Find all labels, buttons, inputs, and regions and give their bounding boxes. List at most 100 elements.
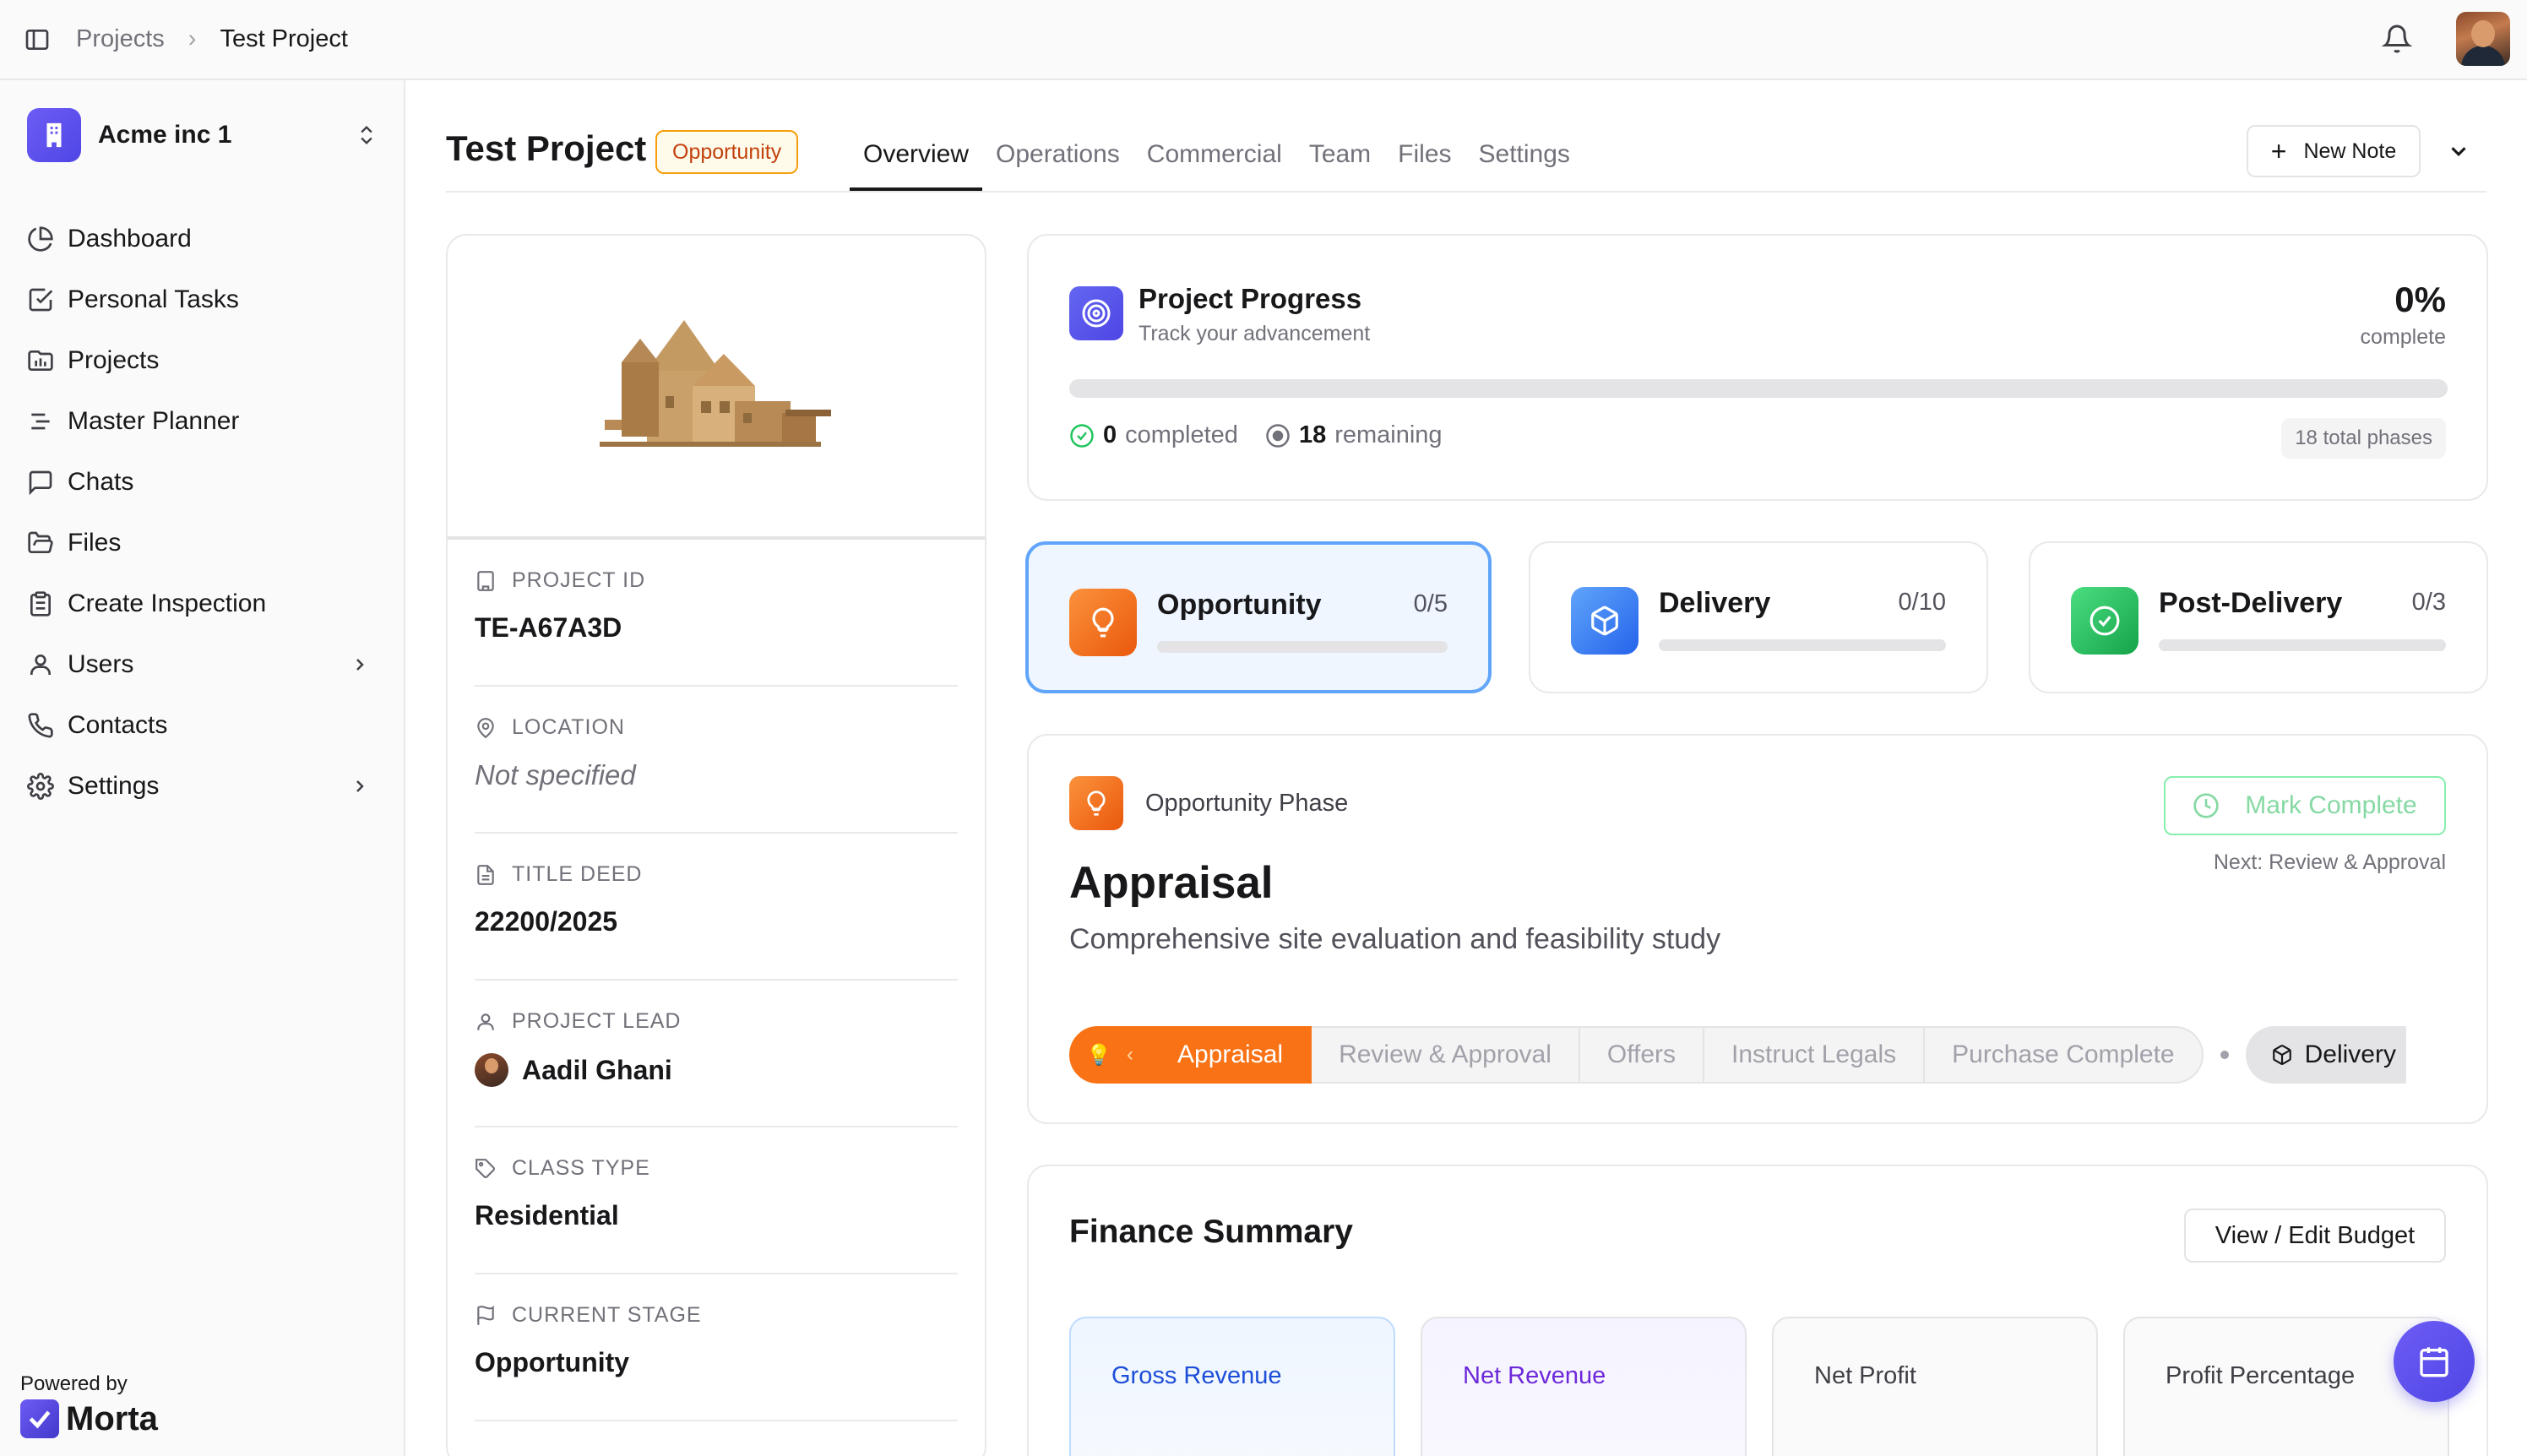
field-label-text: CURRENT STAGE — [512, 1303, 702, 1327]
user-avatar[interactable] — [2456, 12, 2510, 66]
phase-card-delivery[interactable]: Delivery 0/10 — [1529, 541, 1988, 693]
phase-progress-bar — [2159, 639, 2446, 651]
sidebar-item-master-planner[interactable]: Master Planner — [27, 391, 378, 452]
sidebar-item-label: Master Planner — [68, 407, 240, 435]
tab-commercial[interactable]: Commercial — [1133, 127, 1296, 191]
chevron-down-icon[interactable] — [2446, 139, 2471, 164]
field-label: PROJECT LEAD — [475, 1009, 681, 1034]
phase-card-opportunity[interactable]: Opportunity 0/5 — [1025, 541, 1492, 693]
package-icon — [2272, 1045, 2291, 1065]
view-edit-budget-button[interactable]: View / Edit Budget — [2184, 1209, 2446, 1263]
top-bar: Projects › Test Project — [0, 0, 2527, 80]
sidebar-item-label: Create Inspection — [68, 589, 267, 617]
field-label-text: PROJECT ID — [512, 568, 646, 592]
field-value: Aadil Ghani — [475, 1053, 672, 1087]
sidebar-item-dashboard[interactable]: Dashboard — [27, 209, 378, 269]
breadcrumb-current: Test Project — [220, 25, 348, 52]
sidebar-item-personal-tasks[interactable]: Personal Tasks — [27, 269, 378, 330]
step-offers[interactable]: Offers — [1579, 1026, 1705, 1084]
field-value: TE-A67A3D — [475, 612, 622, 643]
target-icon — [1069, 286, 1123, 340]
chevron-left-icon[interactable]: ‹ — [1127, 1043, 1133, 1067]
field-current-stage: CURRENT STAGE Opportunity — [475, 1274, 958, 1421]
sidebar-item-files[interactable]: Files — [27, 513, 378, 573]
new-note-button[interactable]: + New Note — [2247, 125, 2421, 177]
phase-progress-bar — [1157, 641, 1448, 653]
net-revenue-tile: Net Revenue — [1421, 1317, 1747, 1456]
sidebar-item-chats[interactable]: Chats — [27, 452, 378, 513]
tab-settings[interactable]: Settings — [1465, 127, 1584, 191]
tag-icon — [476, 1158, 495, 1178]
document-icon — [477, 864, 494, 885]
list-icon — [31, 413, 50, 430]
user-icon — [30, 655, 51, 675]
phase-card-post-delivery[interactable]: Post-Delivery 0/3 — [2029, 541, 2488, 693]
field-value: Residential — [475, 1200, 619, 1231]
folder-chart-icon — [28, 350, 53, 371]
phase-progress-bar — [1659, 639, 1946, 651]
sidebar-item-label: Personal Tasks — [68, 285, 239, 313]
field-title-deed: TITLE DEED 22200/2025 — [475, 834, 958, 981]
next-step-label: Next: Review & Approval — [2213, 850, 2446, 874]
sidebar-item-label: Projects — [68, 346, 160, 374]
tile-label: Profit Percentage — [2166, 1362, 2356, 1389]
current-step-description: Comprehensive site evaluation and feasib… — [1069, 923, 1721, 955]
sidebar-item-projects[interactable]: Projects — [27, 330, 378, 391]
notifications-bell-icon[interactable] — [2382, 24, 2412, 54]
completed-label: completed — [1125, 421, 1238, 448]
morta-check-icon — [20, 1399, 59, 1438]
step-instruct-legals[interactable]: Instruct Legals — [1704, 1026, 1926, 1084]
breadcrumb-projects[interactable]: Projects — [76, 25, 165, 53]
step-purchase-complete[interactable]: Purchase Complete — [1925, 1026, 2204, 1084]
field-location: LOCATION Not specified — [475, 687, 958, 834]
houses-illustration — [600, 320, 831, 447]
current-step-title: Appraisal — [1069, 858, 1274, 908]
calendar-icon — [2420, 1347, 2448, 1377]
sidebar: Acme inc 1 Dashboard Personal Tasks Proj… — [0, 80, 405, 1456]
phase-label: Opportunity Phase — [1145, 790, 1349, 817]
sidebar-item-create-inspection[interactable]: Create Inspection — [27, 573, 378, 634]
sidebar-toggle-icon[interactable] — [24, 26, 51, 53]
mark-complete-button[interactable]: Mark Complete — [2164, 776, 2446, 835]
pie-chart-icon — [28, 226, 53, 252]
calendar-fab-button[interactable] — [2394, 1321, 2475, 1402]
sidebar-item-label: Contacts — [68, 711, 168, 739]
page-title: Test Project — [446, 128, 647, 168]
phase-name: Opportunity — [1157, 589, 1322, 621]
map-pin-icon — [477, 717, 494, 738]
sidebar-item-contacts[interactable]: Contacts — [27, 695, 378, 756]
field-project-id: PROJECT ID TE-A67A3D — [475, 540, 958, 687]
phase-name: Post-Delivery — [2159, 587, 2343, 619]
stage-badge: Opportunity — [655, 130, 799, 174]
phase-count: 0/3 — [2411, 589, 2446, 616]
sidebar-item-users[interactable]: Users — [27, 634, 378, 695]
completed-count: 0 — [1103, 421, 1117, 448]
check-circle-icon — [1070, 423, 1094, 448]
org-switcher[interactable]: Acme inc 1 — [27, 107, 378, 163]
tab-files[interactable]: Files — [1384, 127, 1465, 191]
sidebar-item-label: Chats — [68, 468, 134, 496]
step-appraisal[interactable]: Appraisal — [1150, 1026, 1312, 1084]
tab-overview[interactable]: Overview — [850, 127, 983, 191]
field-label-text: TITLE DEED — [512, 862, 643, 886]
tab-operations[interactable]: Operations — [982, 127, 1133, 191]
field-label: CURRENT STAGE — [475, 1303, 702, 1328]
project-image — [448, 236, 985, 540]
field-label-text: CLASS TYPE — [512, 1156, 650, 1180]
remaining-count: 18 — [1298, 421, 1327, 448]
tab-bar: Overview Operations Commercial Team File… — [850, 127, 1584, 191]
sidebar-item-settings[interactable]: Settings — [27, 756, 378, 817]
step-review-approval[interactable]: Review & Approval — [1312, 1026, 1580, 1084]
lightbulb-icon — [1069, 589, 1137, 656]
field-label: CLASS TYPE — [475, 1156, 650, 1181]
tab-team[interactable]: Team — [1296, 127, 1384, 191]
finance-title: Finance Summary — [1069, 1214, 1353, 1250]
package-icon — [1571, 587, 1638, 655]
sidebar-item-label: Files — [68, 529, 122, 557]
field-project-lead: PROJECT LEAD Aadil Ghani — [475, 981, 958, 1127]
step-next-phase-delivery[interactable]: Delivery — [2245, 1026, 2406, 1084]
field-label: PROJECT ID — [475, 568, 645, 593]
field-label-text: LOCATION — [512, 715, 625, 739]
clipboard-icon — [30, 591, 51, 617]
sidebar-item-label: Users — [68, 650, 134, 678]
